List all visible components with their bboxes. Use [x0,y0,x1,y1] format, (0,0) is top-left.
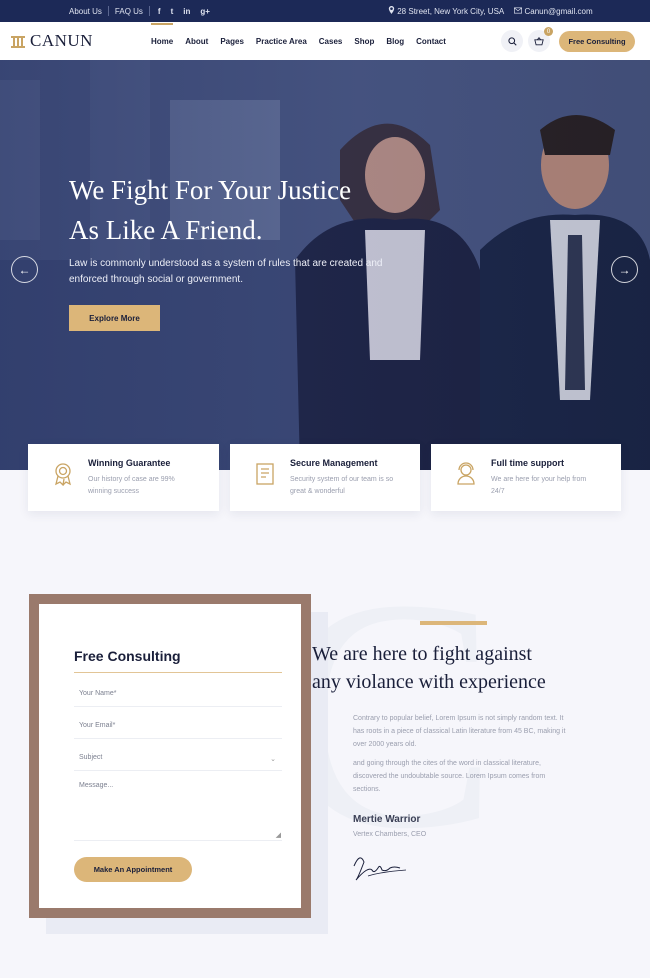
feature-card: Secure Management Security system of our… [230,444,420,511]
nav-shop[interactable]: Shop [354,37,374,46]
nav-pages[interactable]: Pages [220,37,244,46]
about-title-line-2: any violance with experience [312,671,546,693]
nav-contact[interactable]: Contact [416,37,446,46]
social-links: f t in g+ [158,7,210,16]
search-icon [507,36,517,46]
feature-title: Secure Management [290,458,378,468]
hero-title-line-2: As Like A Friend. [69,215,263,245]
main-header: CANUN Home About Pages Practice Area Cas… [0,22,650,60]
top-links: About Us FAQ Us f t in g+ [63,0,210,22]
form-title: Free Consulting [74,648,181,664]
main-nav: Home About Pages Practice Area Cases Sho… [151,22,446,60]
nav-blog[interactable]: Blog [386,37,404,46]
faq-us-link[interactable]: FAQ Us [109,7,149,16]
feature-card: Full time support We are here for your h… [431,444,621,511]
about-paragraph: and going through the cites of the word … [353,760,546,793]
subject-select[interactable]: Subject ⌄ [74,749,282,771]
name-field[interactable]: Your Name* [74,685,282,707]
nav-cases[interactable]: Cases [319,37,343,46]
about-us-link[interactable]: About Us [63,7,108,16]
address-text: 28 Street, New York City, USA [397,7,505,16]
facebook-icon[interactable]: f [158,7,161,16]
feature-title: Full time support [491,458,564,468]
resize-handle-icon[interactable]: ◢ [276,831,281,839]
instagram-icon[interactable]: in [183,7,190,16]
about-paragraph: Contrary to popular belief, Lorem Ipsum … [353,715,566,748]
message-placeholder: Message... [79,782,114,789]
email: Canun@gmail.com [514,7,593,16]
google-plus-icon[interactable]: g+ [200,7,210,16]
address: 28 Street, New York City, USA [388,6,504,16]
hero-title-line-1: We Fight For Your Justice [69,175,352,205]
chevron-down-icon: ⌄ [270,756,276,763]
cart-count-badge: 0 [544,27,553,36]
free-consulting-button[interactable]: Free Consulting [559,31,635,52]
nav-home[interactable]: Home [151,22,174,46]
award-icon [55,463,71,486]
feature-title: Winning Guarantee [88,458,171,468]
subject-placeholder: Subject [79,754,103,761]
name-placeholder: Your Name* [79,690,117,697]
feature-text: We are here for your help from 24/7 [491,476,587,495]
mail-icon [514,7,523,13]
hero-slider: We Fight For Your Justice As Like A Frie… [0,60,650,470]
nav-practice-area[interactable]: Practice Area [256,37,307,46]
document-icon [256,463,274,485]
message-field[interactable]: Message... ◢ [74,777,282,841]
location-pin-icon [388,6,395,14]
slider-next-arrow-icon[interactable]: → [611,256,638,283]
section-accent-line [420,621,487,625]
twitter-icon[interactable]: t [171,7,174,16]
hero-title: We Fight For Your Justice As Like A Frie… [69,170,429,250]
feature-text: Our history of case are 99% winning succ… [88,476,175,495]
search-button[interactable] [501,30,523,52]
cart-button[interactable]: 0 [528,27,553,52]
form-divider [74,672,282,673]
logo-text: CANUN [30,31,93,50]
contact-info: 28 Street, New York City, USA Canun@gmai… [388,0,593,22]
logo[interactable]: CANUN [10,31,93,51]
email-text[interactable]: Canun@gmail.com [524,7,592,16]
basket-icon [534,36,544,45]
hero-subtitle: Law is commonly understood as a system o… [69,258,383,285]
signature-image [353,857,407,881]
email-field[interactable]: Your Email* [74,717,282,739]
email-placeholder: Your Email* [79,722,116,729]
pillar-icon [11,36,25,48]
top-bar: About Us FAQ Us f t in g+ 28 Street, New… [0,0,650,22]
feature-text: Security system of our team is so great … [290,476,394,495]
feature-card: Winning Guarantee Our history of case ar… [28,444,219,511]
make-appointment-button[interactable]: Make An Appointment [74,857,192,882]
support-agent-icon [457,462,475,485]
author-name: Mertie Warrior [353,814,421,825]
explore-more-button[interactable]: Explore More [69,305,160,331]
about-title: We are here to fight against any violanc… [312,640,612,696]
divider [148,6,150,16]
author-role: Vertex Chambers, CEO [353,831,427,838]
slider-prev-arrow-icon[interactable]: ← [11,256,38,283]
about-title-line-1: We are here to fight against [312,643,532,665]
nav-about[interactable]: About [185,37,208,46]
